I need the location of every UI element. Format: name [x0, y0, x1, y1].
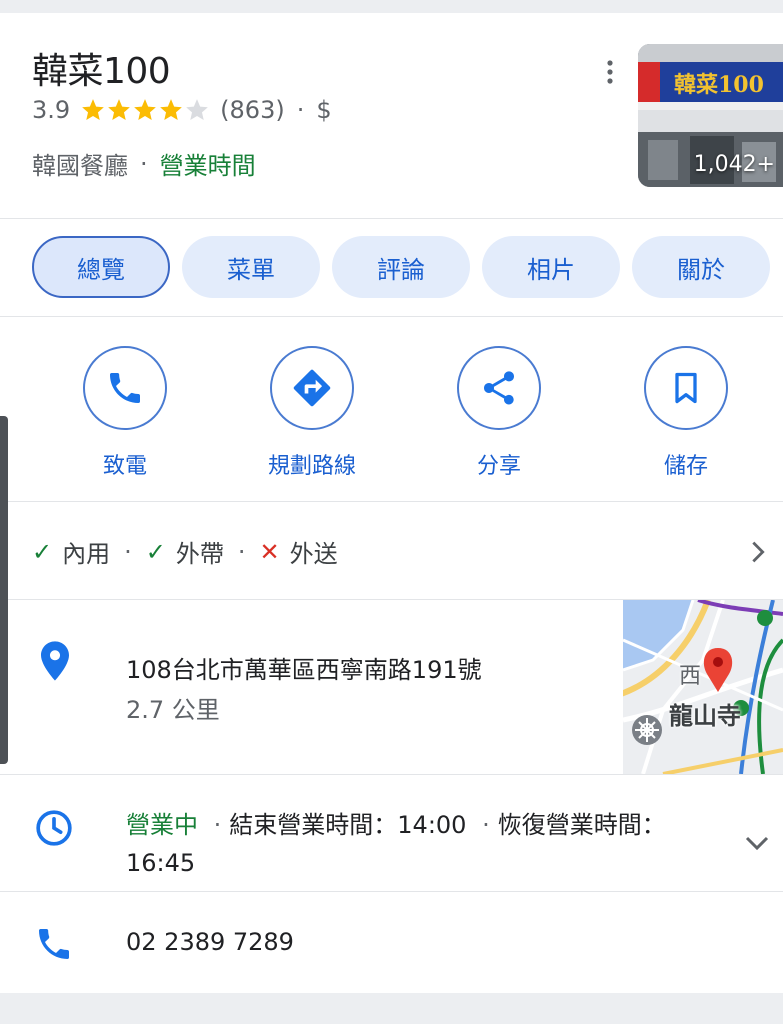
photo-count: 1,042+ [693, 152, 775, 177]
separator-dot: · [140, 149, 148, 178]
divider [0, 501, 783, 502]
phone-number[interactable]: 02 2389 7289 [126, 928, 294, 956]
chevron-down-icon[interactable] [742, 828, 772, 858]
directions-label: 規劃路線 [267, 454, 356, 479]
more-options-icon[interactable] [598, 58, 622, 86]
edge-handle[interactable] [0, 416, 8, 764]
dine-in-label: 內用 [62, 540, 111, 568]
share-button[interactable]: 分享 [439, 346, 559, 480]
separator-dot: · [296, 96, 305, 124]
check-icon: ✓ [145, 537, 166, 566]
place-title: 韓菜100 [32, 51, 171, 92]
tab-menu[interactable]: 菜單 [182, 236, 320, 298]
location-pin-icon [41, 641, 69, 681]
address-text[interactable]: 108台北市萬華區西寧南路191號 [126, 650, 482, 685]
separator-dot: · [482, 811, 490, 839]
save-label: 儲存 [663, 454, 708, 479]
map-landmark-label: 龍山寺 [669, 702, 741, 730]
review-count: (863) [220, 96, 285, 124]
call-button[interactable]: 致電 [65, 346, 185, 480]
reopen-label: 恢復營業時間： [497, 811, 666, 839]
sign-text: 韓菜100 [674, 72, 764, 98]
call-circle [83, 346, 167, 430]
save-button[interactable]: 儲存 [626, 346, 746, 480]
tab-bar: 總覽 菜單 評論 相片 關於 [32, 236, 770, 298]
directions-icon [293, 369, 331, 407]
share-circle [457, 346, 541, 430]
tab-about[interactable]: 關於 [632, 236, 770, 298]
hours-summary[interactable]: 營業中 · 結束營業時間：14:00 · 恢復營業時間： 16:45 [126, 806, 716, 882]
star-empty-icon [186, 99, 209, 120]
divider [0, 316, 783, 317]
open-status: 營業中 [126, 811, 198, 839]
delivery-label: 外送 [289, 540, 338, 568]
tab-overview[interactable]: 總覽 [32, 236, 170, 298]
divider [0, 891, 783, 892]
cross-icon: ✕ [259, 537, 280, 566]
rating-row[interactable]: 3.9 (863) · $ [32, 96, 332, 124]
tab-reviews[interactable]: 評論 [332, 236, 470, 298]
share-label: 分享 [476, 454, 521, 479]
call-label: 致電 [102, 454, 147, 479]
price-level: $ [316, 96, 332, 124]
category-label: 韓國餐廳 [32, 152, 128, 180]
directions-circle [270, 346, 354, 430]
check-icon: ✓ [32, 537, 53, 566]
separator-dot: · [213, 811, 222, 839]
phone-icon [110, 373, 140, 403]
separator-dot: · [237, 537, 246, 566]
map-image [623, 600, 783, 774]
distance-text: 2.7 公里 [126, 696, 220, 724]
star-icon [134, 99, 157, 120]
divider [0, 774, 783, 775]
map-thumbnail[interactable]: 西 龍山寺 [623, 600, 783, 774]
reopen-time: 16:45 [126, 849, 196, 877]
rating-value: 3.9 [32, 96, 71, 124]
bookmark-icon [675, 372, 697, 404]
star-icon [108, 99, 131, 120]
takeout-label: 外帶 [175, 540, 224, 568]
closing-time: 結束營業時間：14:00 [229, 811, 467, 839]
service-options[interactable]: ✓ 內用 · ✓ 外帶 · ✕ 外送 [32, 534, 338, 569]
star-icon [82, 99, 105, 120]
star-rating [80, 97, 210, 123]
phone-icon [39, 929, 69, 959]
divider [0, 218, 783, 219]
save-circle [644, 346, 728, 430]
place-photo[interactable]: 韓菜100 1,042+ [638, 44, 783, 187]
directions-button[interactable]: 規劃路線 [252, 346, 372, 480]
separator-dot: · [124, 537, 132, 566]
star-icon [160, 99, 183, 120]
clock-icon [36, 810, 72, 846]
hours-link[interactable]: 營業時間 [160, 146, 256, 181]
category-row: 韓國餐廳 · 營業時間 [32, 146, 256, 181]
tab-photos[interactable]: 相片 [482, 236, 620, 298]
map-district-label: 西 [679, 664, 702, 689]
chevron-right-icon[interactable] [744, 538, 772, 566]
share-icon [484, 371, 514, 405]
